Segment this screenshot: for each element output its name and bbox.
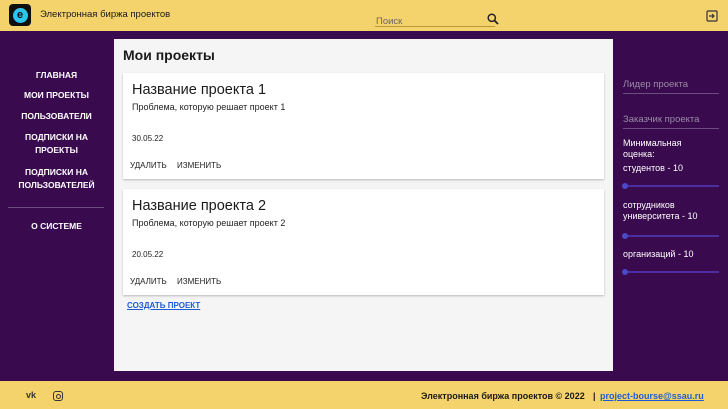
top-bar: e Электронная биржа проектов <box>0 0 728 31</box>
page-title: Мои проекты <box>123 47 215 63</box>
slider-handle[interactable] <box>622 268 628 275</box>
project-card[interactable]: Название проекта 2 Проблема, которую реш… <box>123 189 604 295</box>
slider-handle[interactable] <box>622 182 628 189</box>
rating-title-line-2: оценка: <box>623 149 655 159</box>
nav-item-user-subscriptions[interactable]: ПОДПИСКИ НА ПОЛЬЗОВАТЕЛЕЙ <box>0 166 113 192</box>
slider-handle[interactable] <box>622 232 628 239</box>
app-title: Электронная биржа проектов <box>40 9 171 20</box>
project-name[interactable]: Название проекта 1 <box>132 82 266 98</box>
nav-divider <box>8 207 104 208</box>
staff-rating-label-line-1: сотрудников <box>623 200 675 210</box>
search-input[interactable] <box>376 16 476 27</box>
rating-title-line-1: Минимальная <box>623 138 682 148</box>
app-logo-icon[interactable]: e <box>9 4 31 26</box>
instagram-icon[interactable] <box>53 391 63 401</box>
students-rating-slider[interactable] <box>622 182 719 189</box>
project-description: Проблема, которую решает проект 1 <box>132 102 286 112</box>
project-date: 30.05.22 <box>132 134 164 143</box>
nav-item-my-projects[interactable]: МОИ ПРОЕКТЫ <box>0 89 113 102</box>
customer-filter-underline <box>623 128 719 129</box>
project-card[interactable]: Название проекта 1 Проблема, которую реш… <box>123 73 604 179</box>
contact-email-link[interactable]: project-bourse@ssau.ru <box>600 391 704 401</box>
footer-separator: | <box>593 391 596 401</box>
edit-button[interactable]: ИЗМЕНИТЬ <box>177 277 221 286</box>
logout-icon[interactable] <box>706 10 718 22</box>
customer-filter-field[interactable]: Заказчик проекта <box>623 114 699 125</box>
delete-button[interactable]: УДАЛИТЬ <box>130 161 167 170</box>
project-name[interactable]: Название проекта 2 <box>132 198 266 214</box>
nav-item-about[interactable]: О СИСТЕМЕ <box>0 220 113 233</box>
staff-rating-slider[interactable] <box>622 232 719 239</box>
copyright-text: Электронная биржа проектов © 2022 <box>421 391 585 401</box>
orgs-rating-label: организаций - 10 <box>623 249 694 259</box>
footer: vk Электронная биржа проектов © 2022 | p… <box>0 381 728 409</box>
staff-rating-label: сотрудников университета - 10 <box>623 200 697 222</box>
leader-filter-underline <box>623 93 719 94</box>
delete-button[interactable]: УДАЛИТЬ <box>130 277 167 286</box>
rating-title: Минимальная оценка: <box>623 138 682 160</box>
edit-button[interactable]: ИЗМЕНИТЬ <box>177 161 221 170</box>
orgs-rating-slider[interactable] <box>622 268 719 275</box>
vk-icon[interactable]: vk <box>26 390 36 400</box>
search-icon[interactable] <box>487 13 499 25</box>
search-box <box>375 11 495 27</box>
nav-item-home[interactable]: ГЛАВНАЯ <box>0 69 113 82</box>
filter-panel: Лидер проекта Заказчик проекта Минимальн… <box>614 31 728 371</box>
create-project-link[interactable]: СОЗДАТЬ ПРОЕКТ <box>127 301 200 310</box>
nav-item-project-subscriptions[interactable]: ПОДПИСКИ НА ПРОЕКТЫ <box>0 131 113 157</box>
project-date: 20.05.22 <box>132 250 164 259</box>
nav-item-users[interactable]: ПОЛЬЗОВАТЕЛИ <box>0 110 113 123</box>
staff-rating-label-line-2: университета - 10 <box>623 211 698 221</box>
project-description: Проблема, которую решает проект 2 <box>132 218 286 228</box>
leader-filter-field[interactable]: Лидер проекта <box>623 79 688 90</box>
main-panel: Мои проекты Название проекта 1 Проблема,… <box>114 39 613 371</box>
students-rating-label: студентов - 10 <box>623 163 683 173</box>
